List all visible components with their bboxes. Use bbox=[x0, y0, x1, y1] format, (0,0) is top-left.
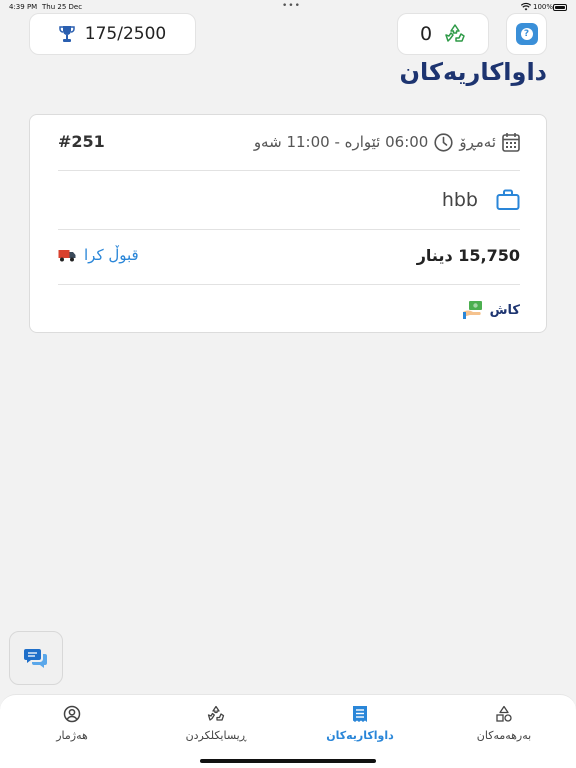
tab-recycling-label: ڕیسایکلکردن bbox=[185, 729, 247, 742]
tab-account[interactable]: هەژمار bbox=[17, 705, 127, 742]
order-price-row: قبوڵ کرا 15,750 دینار bbox=[58, 246, 520, 270]
products-icon bbox=[496, 705, 512, 722]
home-indicator bbox=[200, 759, 376, 763]
order-header-row: #251 ئەمڕۆ 06:00 ئێوارە - 11:00 شەو bbox=[58, 132, 520, 156]
recycle-icon bbox=[207, 705, 225, 721]
trophy-icon bbox=[59, 26, 75, 42]
status-bar: 4:39 PM Thu 25 Dec ••• 100% bbox=[0, 0, 576, 14]
profile-icon bbox=[63, 705, 81, 723]
tab-bar: هەژمار ڕیسایکلکردن داواکاریەکان بەرهەمەک… bbox=[0, 694, 576, 768]
page-title: داواکاریەکان bbox=[399, 58, 548, 86]
battery-icon bbox=[553, 4, 567, 11]
payment-method-text: کاش bbox=[489, 302, 520, 318]
app-screen: 4:39 PM Thu 25 Dec ••• 100% 175/2500 0 ?… bbox=[0, 0, 576, 768]
calendar-icon bbox=[502, 133, 520, 152]
tab-orders-label: داواکاریەکان bbox=[326, 729, 394, 742]
order-schedule: ئەمڕۆ 06:00 ئێوارە - 11:00 شەو bbox=[254, 132, 520, 152]
briefcase-icon bbox=[496, 189, 520, 210]
recycle-icon bbox=[445, 24, 465, 42]
tab-recycling[interactable]: ڕیسایکلکردن bbox=[161, 705, 271, 742]
multitask-dots[interactable]: ••• bbox=[282, 1, 301, 11]
order-id: #251 bbox=[58, 132, 105, 151]
divider bbox=[58, 284, 520, 285]
order-status-text: قبوڵ کرا bbox=[84, 246, 139, 264]
orders-icon bbox=[353, 706, 367, 722]
tab-products-label: بەرهەمەکان bbox=[476, 729, 532, 742]
cash-icon bbox=[462, 301, 482, 319]
chat-button[interactable] bbox=[9, 631, 63, 685]
truck-icon bbox=[58, 250, 76, 262]
wifi-icon bbox=[521, 2, 531, 11]
help-button[interactable]: ? bbox=[506, 13, 547, 55]
order-item-name: hbb bbox=[441, 189, 478, 211]
question-icon: ? bbox=[515, 23, 538, 45]
points-value: 0 bbox=[419, 23, 433, 45]
order-card[interactable]: #251 ئەمڕۆ 06:00 ئێوارە - 11:00 شەو hbb … bbox=[29, 114, 547, 333]
score-value: 175/2500 bbox=[84, 24, 167, 44]
order-item-row: hbb bbox=[58, 185, 520, 215]
status-date: Thu 25 Dec bbox=[42, 3, 83, 11]
tab-orders[interactable]: داواکاریەکان bbox=[305, 705, 415, 742]
order-payment-row: کاش bbox=[58, 300, 520, 324]
payment-method: کاش bbox=[462, 300, 520, 320]
points-box[interactable]: 0 bbox=[397, 13, 489, 55]
order-status: قبوڵ کرا bbox=[58, 246, 139, 264]
tab-products[interactable]: بەرهەمەکان bbox=[449, 705, 559, 742]
order-time-range: 06:00 ئێوارە - 11:00 شەو bbox=[253, 133, 429, 151]
order-day: ئەمڕۆ bbox=[459, 133, 496, 151]
chat-icon bbox=[24, 649, 47, 668]
status-time: 4:39 PM bbox=[9, 3, 38, 11]
divider bbox=[58, 170, 520, 171]
clock-icon bbox=[434, 132, 453, 152]
divider bbox=[58, 229, 520, 230]
order-price: 15,750 دینار bbox=[416, 246, 520, 265]
score-box[interactable]: 175/2500 bbox=[29, 13, 196, 55]
battery-percent: 100% bbox=[533, 3, 554, 11]
tab-account-label: هەژمار bbox=[56, 729, 88, 742]
